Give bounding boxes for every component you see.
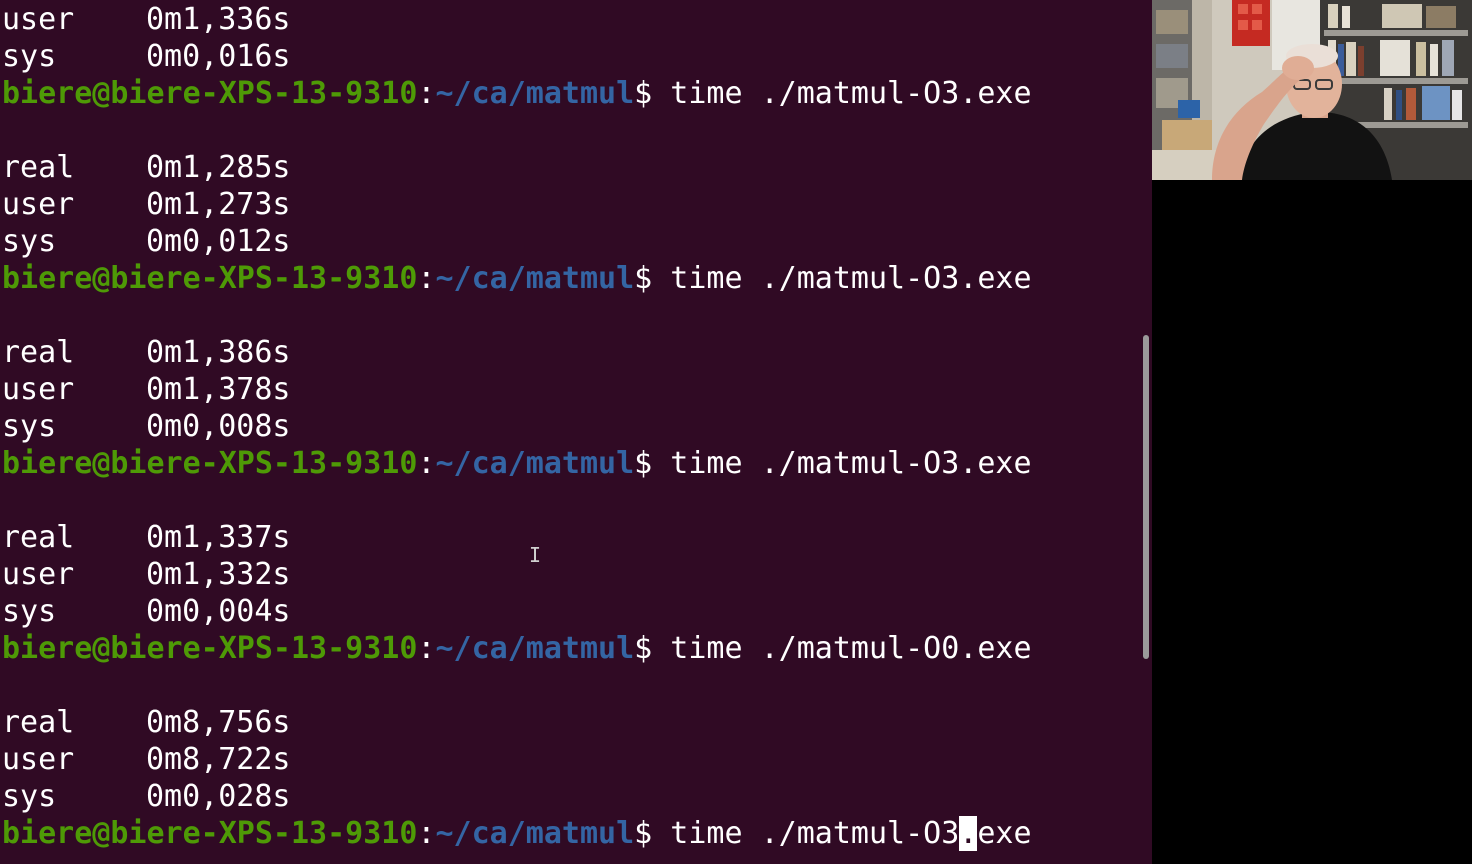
timing-line: real 0m1,337s [2,519,1032,556]
prompt-command: time ./matmul-O3.exe [652,261,1032,296]
timing-label: user [2,187,75,222]
prompt-colon: : [417,261,436,296]
timing-line: user 0m1,336s [2,1,1032,38]
prompt-dollar: $ [634,261,653,296]
timing-label: sys [2,594,57,629]
timing-label: sys [2,39,57,74]
timing-label: sys [2,409,57,444]
prompt-colon: : [417,76,436,111]
terminal-output: user 0m1,336s sys 0m0,016s biere@biere-XPS-1… [2,1,1032,852]
input-text-before-cursor: time ./matmul-O3 [652,816,960,851]
timing-value: 0m0,028s [146,779,291,814]
timing-line: real 0m8,756s [2,704,1032,741]
webcam-image [1152,0,1472,180]
prompt-user-host: biere@biere-XPS-13-9310 [2,816,418,851]
timing-value: 0m8,722s [146,742,291,777]
timing-label: real [2,150,75,185]
prompt-colon: : [417,631,436,666]
timing-value: 0m1,285s [146,150,291,185]
timing-line: user 0m1,332s [2,556,1032,593]
timing-label: user [2,372,75,407]
prompt-line: biere@biere-XPS-13-9310:~/ca/matmul$ tim… [2,630,1032,667]
prompt-colon: : [417,816,436,851]
text-ibeam-cursor-icon: I [529,543,542,567]
timing-line: user 0m1,378s [2,371,1032,408]
timing-value: 0m1,336s [146,2,291,37]
prompt-colon: : [417,446,436,481]
prompt-dollar: $ [634,76,653,111]
current-input-line[interactable]: biere@biere-XPS-13-9310:~/ca/matmul$ tim… [2,815,1032,852]
timing-label: real [2,705,75,740]
terminal-scrollbar[interactable] [1140,0,1152,864]
timing-label: real [2,335,75,370]
webcam-video-overlay [1152,0,1472,180]
prompt-user-host: biere@biere-XPS-13-9310 [2,446,418,481]
prompt-command: time ./matmul-O0.exe [652,631,1032,666]
timing-line: sys 0m0,004s [2,593,1032,630]
prompt-user-host: biere@biere-XPS-13-9310 [2,261,418,296]
timing-value: 0m0,004s [146,594,291,629]
timing-line: sys 0m0,012s [2,223,1032,260]
timing-value: 0m8,756s [146,705,291,740]
prompt-path: ~/ca/matmul [435,816,635,851]
timing-value: 0m0,012s [146,224,291,259]
timing-label: user [2,557,75,592]
prompt-dollar: $ [634,816,653,851]
timing-label: user [2,742,75,777]
timing-label: user [2,2,75,37]
prompt-dollar: $ [634,446,653,481]
timing-line: user 0m1,273s [2,186,1032,223]
timing-line: real 0m1,285s [2,149,1032,186]
prompt-line: biere@biere-XPS-13-9310:~/ca/matmul$ tim… [2,75,1032,112]
timing-value: 0m0,016s [146,39,291,74]
prompt-user-host: biere@biere-XPS-13-9310 [2,631,418,666]
timing-line: sys 0m0,028s [2,778,1032,815]
input-text-after-cursor: exe [977,816,1032,851]
timing-value: 0m1,386s [146,335,291,370]
timing-label: sys [2,779,57,814]
prompt-path: ~/ca/matmul [435,261,635,296]
prompt-line: biere@biere-XPS-13-9310:~/ca/matmul$ tim… [2,260,1032,297]
timing-line: sys 0m0,016s [2,38,1032,75]
timing-value: 0m1,378s [146,372,291,407]
text-cursor: . [959,816,978,851]
terminal-window[interactable]: user 0m1,336s sys 0m0,016s biere@biere-XPS-1… [0,0,1152,864]
timing-value: 0m0,008s [146,409,291,444]
timing-line: real 0m1,386s [2,334,1032,371]
prompt-user-host: biere@biere-XPS-13-9310 [2,76,418,111]
timing-line: sys 0m0,008s [2,408,1032,445]
timing-value: 0m1,273s [146,187,291,222]
timing-value: 0m1,337s [146,520,291,555]
prompt-path: ~/ca/matmul [435,76,635,111]
prompt-path: ~/ca/matmul [435,631,635,666]
screen: user 0m1,336s sys 0m0,016s biere@biere-XPS-1… [0,0,1472,864]
prompt-path: ~/ca/matmul [435,446,635,481]
timing-label: real [2,520,75,555]
scrollbar-thumb[interactable] [1143,335,1149,659]
timing-label: sys [2,224,57,259]
timing-value: 0m1,332s [146,557,291,592]
prompt-command: time ./matmul-O3.exe [652,76,1032,111]
prompt-command: time ./matmul-O3.exe [652,446,1032,481]
prompt-line: biere@biere-XPS-13-9310:~/ca/matmul$ tim… [2,445,1032,482]
timing-line: user 0m8,722s [2,741,1032,778]
prompt-dollar: $ [634,631,653,666]
